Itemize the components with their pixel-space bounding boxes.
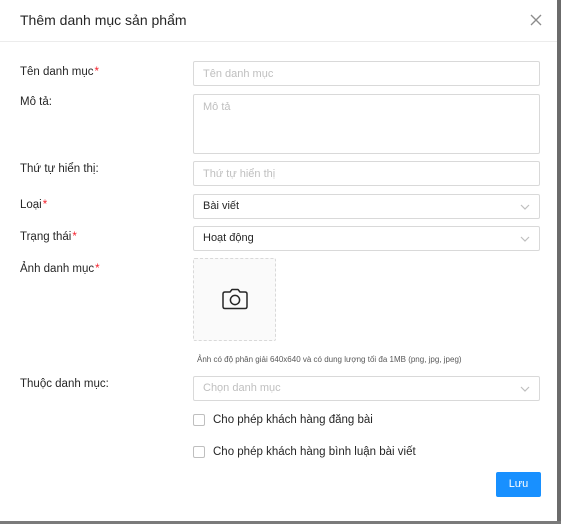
allow-post-checkbox-row[interactable]: Cho phép khách hàng đăng bài xyxy=(193,414,373,426)
image-upload[interactable] xyxy=(193,258,276,341)
allow-comment-checkbox-row[interactable]: Cho phép khách hàng bình luận bài viết xyxy=(193,446,416,458)
image-upload-hint: Ảnh có độ phân giải 640x640 và có dung l… xyxy=(197,355,462,364)
close-icon xyxy=(530,14,542,26)
parent-category-label: Thuộc danh mục: xyxy=(20,378,109,390)
close-button[interactable] xyxy=(527,11,545,29)
chevron-down-icon xyxy=(520,204,530,210)
status-label: Trạng thái* xyxy=(20,231,77,243)
camera-icon xyxy=(222,288,248,310)
status-select-value: Hoạt động xyxy=(203,232,254,244)
chevron-down-icon xyxy=(520,386,530,392)
allow-post-label: Cho phép khách hàng đăng bài xyxy=(213,414,373,426)
modal-header: Thêm danh mục sản phẩm xyxy=(0,0,557,42)
required-mark: * xyxy=(94,66,99,78)
description-label: Mô tả: xyxy=(20,96,52,108)
parent-category-select[interactable]: Chọn danh mục xyxy=(193,376,540,401)
required-mark: * xyxy=(72,231,77,243)
category-name-input[interactable] xyxy=(193,61,540,86)
required-mark: * xyxy=(95,263,100,275)
name-label: Tên danh mục* xyxy=(20,66,99,78)
display-order-input[interactable] xyxy=(193,161,540,186)
image-label: Ảnh danh mục* xyxy=(20,263,100,275)
add-category-modal: Thêm danh mục sản phẩm Tên danh mục* Mô … xyxy=(0,0,557,521)
backdrop-overlay xyxy=(557,0,561,524)
allow-comment-label: Cho phép khách hàng bình luận bài viết xyxy=(213,446,416,458)
order-label: Thứ tự hiển thị: xyxy=(20,163,99,175)
parent-category-placeholder: Chọn danh mục xyxy=(203,382,281,394)
type-label: Loại* xyxy=(20,199,48,211)
modal-title: Thêm danh mục sản phẩm xyxy=(20,12,187,28)
status-select[interactable]: Hoạt động xyxy=(193,226,540,251)
chevron-down-icon xyxy=(520,236,530,242)
allow-comment-checkbox[interactable] xyxy=(193,446,205,458)
description-textarea[interactable] xyxy=(193,94,540,154)
required-mark: * xyxy=(42,199,48,211)
type-select[interactable]: Bài viết xyxy=(193,194,540,219)
allow-post-checkbox[interactable] xyxy=(193,414,205,426)
type-select-value: Bài viết xyxy=(203,200,240,212)
save-button[interactable]: Lưu xyxy=(496,472,541,497)
